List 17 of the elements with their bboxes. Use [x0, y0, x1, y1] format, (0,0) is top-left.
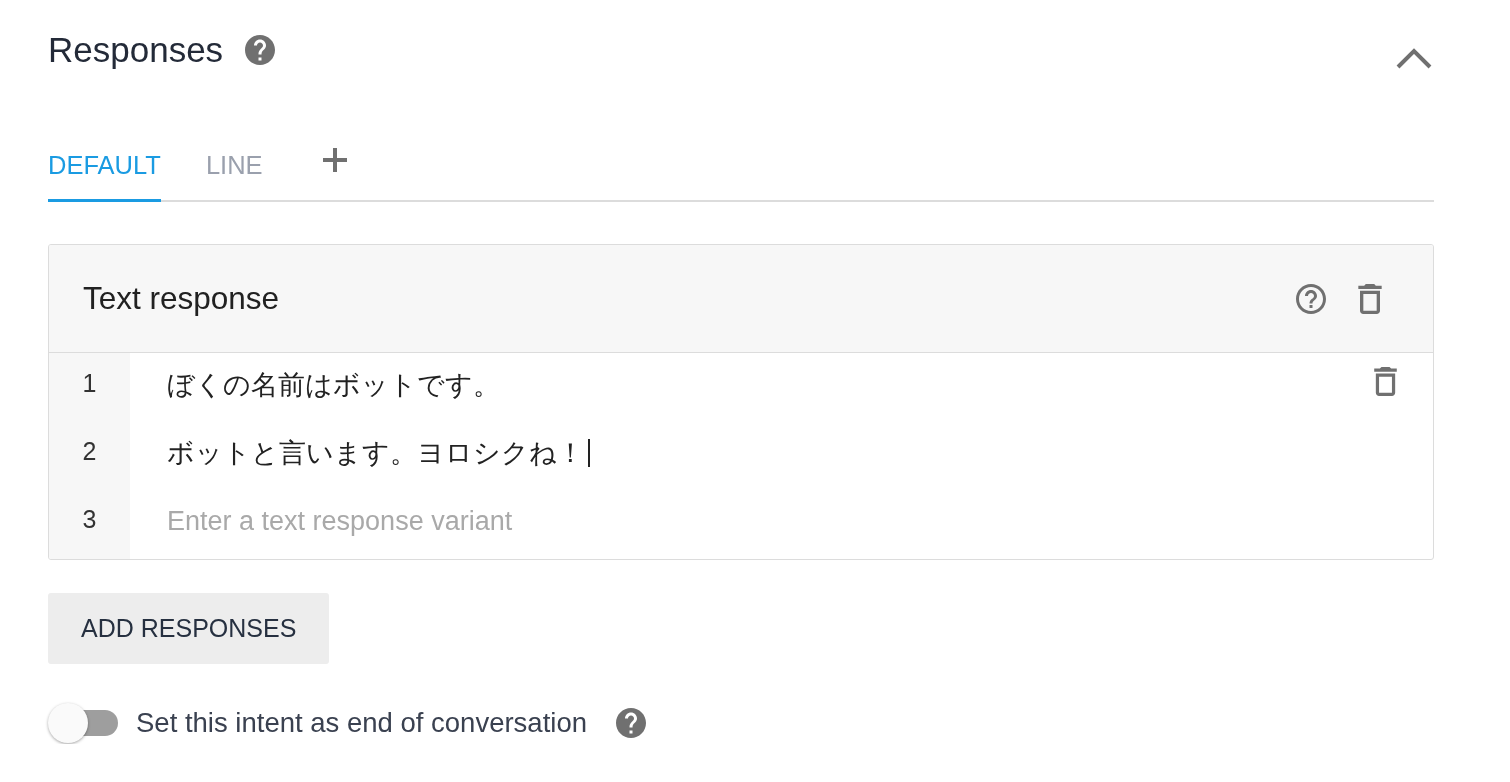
line-number: 3 [49, 489, 130, 559]
trash-icon[interactable] [1374, 367, 1397, 396]
help-icon[interactable] [1296, 283, 1326, 314]
response-field[interactable]: ぼくの名前はボットです。 [130, 353, 1353, 421]
toggle-label: Set this intent as end of conversation [136, 707, 587, 739]
response-field[interactable]: ボットと言います。ヨロシクね！ [130, 421, 1353, 489]
help-icon[interactable] [245, 35, 276, 65]
section-title: Responses [48, 29, 224, 71]
card-title: Text response [83, 280, 280, 317]
plus-icon[interactable] [322, 148, 347, 172]
toggle-switch[interactable] [48, 703, 118, 743]
help-icon[interactable] [616, 708, 646, 738]
add-responses-button[interactable]: ADD RESPONSES [48, 593, 330, 664]
chevron-up-icon[interactable] [1395, 48, 1433, 70]
line-number: 1 [49, 353, 130, 421]
line-number: 2 [49, 421, 130, 489]
trash-icon[interactable] [1358, 283, 1382, 314]
